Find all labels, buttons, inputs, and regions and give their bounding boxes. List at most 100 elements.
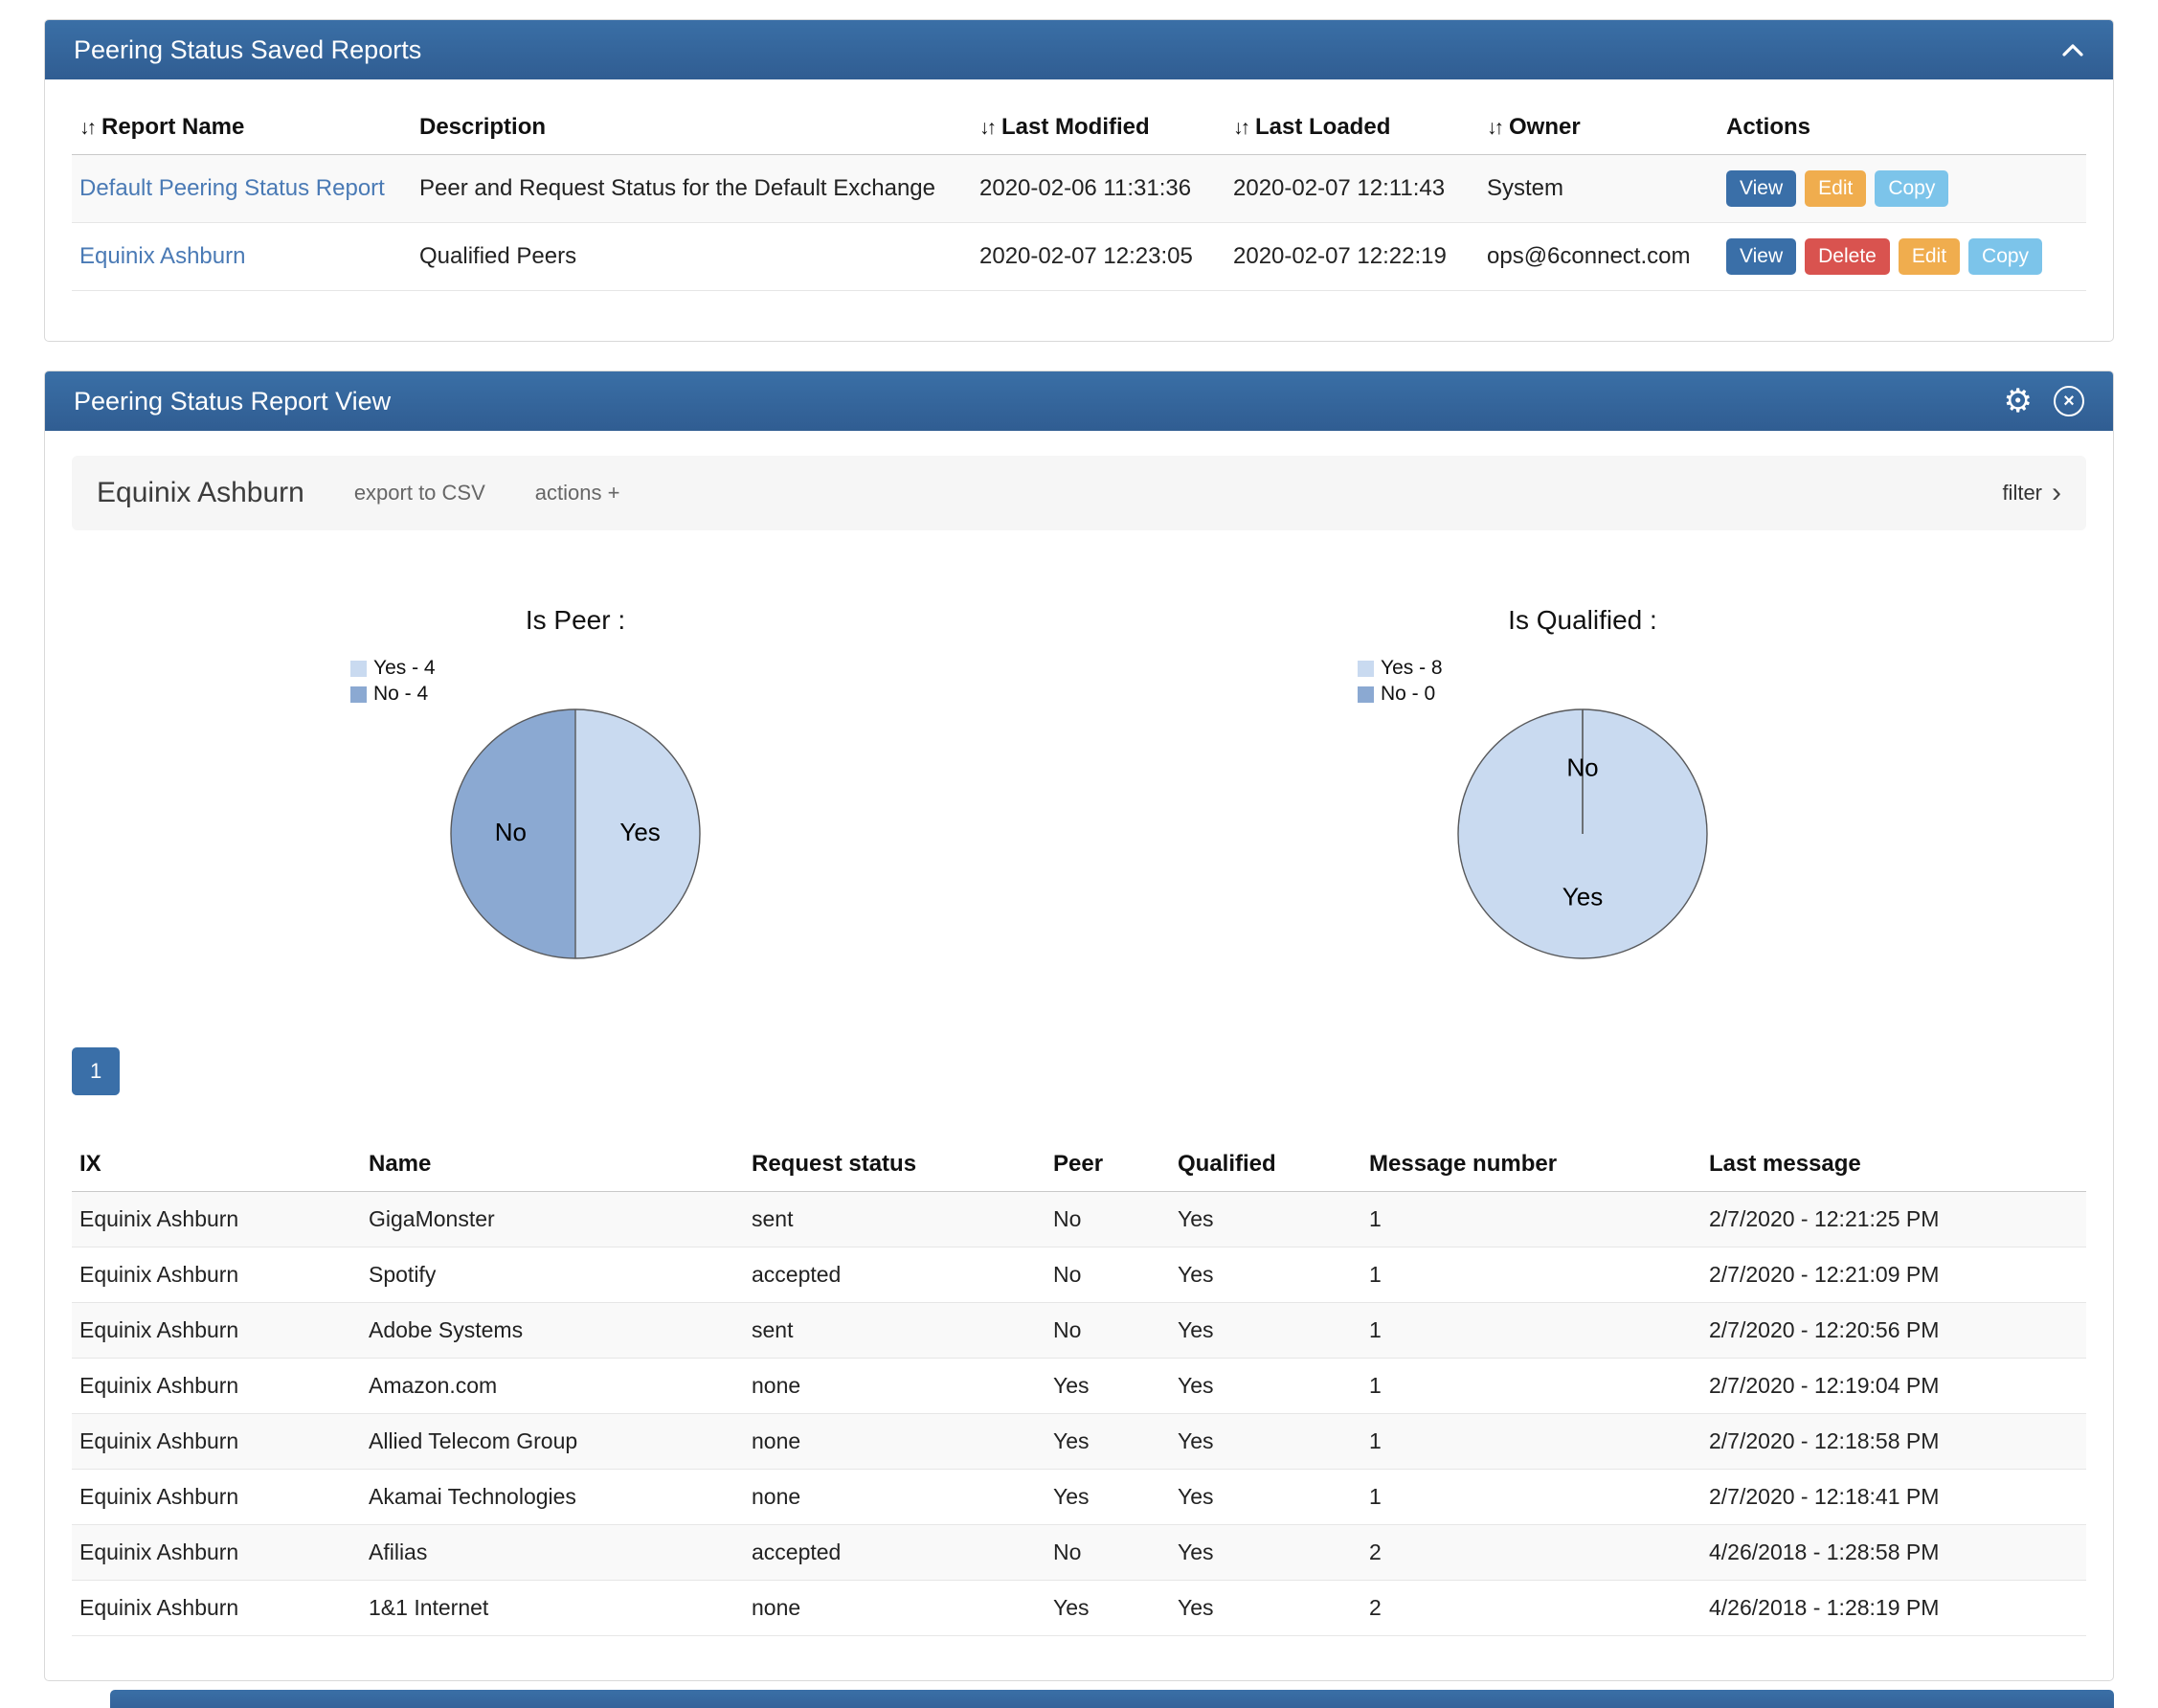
result-cell: Equinix Ashburn bbox=[72, 1414, 361, 1470]
report-cell: 2020-02-07 12:22:19 bbox=[1225, 223, 1479, 291]
report-cell: System bbox=[1479, 155, 1719, 223]
collapse-panel-icon[interactable] bbox=[2061, 43, 2084, 57]
sort-icon[interactable]: ↓↑ bbox=[1233, 117, 1248, 139]
result-cell: Equinix Ashburn bbox=[72, 1525, 361, 1581]
report-view-panel-body: Equinix Ashburn export to CSV actions + … bbox=[45, 431, 2113, 1680]
is-peer-chart-title: Is Peer : bbox=[526, 605, 625, 636]
result-cell: Akamai Technologies bbox=[361, 1470, 744, 1525]
result-cell: Yes bbox=[1045, 1581, 1170, 1636]
chevron-right-icon: › bbox=[2052, 479, 2061, 507]
result-cell: accepted bbox=[744, 1525, 1045, 1581]
report-cell: ops@6connect.com bbox=[1479, 223, 1719, 291]
column-last-modified[interactable]: ↓↑Last Modified bbox=[972, 101, 1225, 155]
column-last-loaded[interactable]: ↓↑Last Loaded bbox=[1225, 101, 1479, 155]
report-cell: 2020-02-07 12:11:43 bbox=[1225, 155, 1479, 223]
svg-text:No: No bbox=[1566, 753, 1598, 781]
filter-toggle[interactable]: filter › bbox=[2002, 479, 2061, 507]
export-csv-link[interactable]: export to CSV bbox=[354, 481, 485, 506]
legend-label: No - 4 bbox=[373, 683, 428, 706]
result-cell: No bbox=[1045, 1247, 1170, 1303]
column-qualified: Qualified bbox=[1170, 1137, 1361, 1192]
result-row: Equinix AshburnAfiliasacceptedNoYes24/26… bbox=[72, 1525, 2086, 1581]
report-cell: 2020-02-07 12:23:05 bbox=[972, 223, 1225, 291]
legend-swatch bbox=[350, 661, 367, 677]
column-report-name[interactable]: ↓↑Report Name bbox=[72, 101, 412, 155]
svg-text:Yes: Yes bbox=[619, 818, 660, 846]
saved-report-row: Equinix AshburnQualified Peers2020-02-07… bbox=[72, 223, 2086, 291]
result-cell: Afilias bbox=[361, 1525, 744, 1581]
result-row: Equinix AshburnAllied Telecom GroupnoneY… bbox=[72, 1414, 2086, 1470]
result-cell: 2/7/2020 - 12:18:58 PM bbox=[1701, 1414, 2086, 1470]
legend-item: No - 4 bbox=[350, 683, 800, 706]
edit-button[interactable]: Edit bbox=[1899, 238, 1960, 275]
result-cell: Equinix Ashburn bbox=[72, 1192, 361, 1247]
view-button[interactable]: View bbox=[1726, 170, 1796, 207]
result-cell: Yes bbox=[1170, 1359, 1361, 1414]
column-actions: Actions bbox=[1719, 101, 2086, 155]
results-header-row: IXNameRequest statusPeerQualifiedMessage… bbox=[72, 1137, 2086, 1192]
settings-gear-icon[interactable]: ⚙ bbox=[2004, 385, 2033, 417]
result-cell: 2/7/2020 - 12:21:09 PM bbox=[1701, 1247, 2086, 1303]
saved-reports-panel-title: Peering Status Saved Reports bbox=[74, 35, 421, 65]
result-cell: none bbox=[744, 1359, 1045, 1414]
result-cell: 2/7/2020 - 12:18:41 PM bbox=[1701, 1470, 2086, 1525]
copy-button[interactable]: Copy bbox=[1968, 238, 2042, 275]
close-panel-icon[interactable]: × bbox=[2054, 386, 2084, 416]
saved-reports-table: ↓↑Report NameDescription↓↑Last Modified↓… bbox=[72, 101, 2086, 291]
result-cell: 4/26/2018 - 1:28:19 PM bbox=[1701, 1581, 2086, 1636]
actions-menu-link[interactable]: actions + bbox=[535, 481, 620, 506]
edit-button[interactable]: Edit bbox=[1805, 170, 1866, 207]
result-cell: 1 bbox=[1361, 1247, 1701, 1303]
result-cell: Yes bbox=[1045, 1414, 1170, 1470]
result-cell: Yes bbox=[1170, 1525, 1361, 1581]
is-qualified-legend: Yes - 8 No - 0 bbox=[1358, 657, 1808, 706]
result-cell: Yes bbox=[1170, 1303, 1361, 1359]
sort-icon[interactable]: ↓↑ bbox=[1487, 117, 1501, 139]
result-cell: 1 bbox=[1361, 1414, 1701, 1470]
results-table: IXNameRequest statusPeerQualifiedMessage… bbox=[72, 1137, 2086, 1636]
actions-cell: ViewEditCopy bbox=[1719, 155, 2086, 223]
result-cell: Spotify bbox=[361, 1247, 744, 1303]
result-cell: 2/7/2020 - 12:20:56 PM bbox=[1701, 1303, 2086, 1359]
report-cell: Peer and Request Status for the Default … bbox=[412, 155, 972, 223]
result-row: Equinix Ashburn1&1 InternetnoneYesYes24/… bbox=[72, 1581, 2086, 1636]
result-cell: Yes bbox=[1170, 1581, 1361, 1636]
report-name-link[interactable]: Equinix Ashburn bbox=[79, 243, 245, 269]
page-1-button[interactable]: 1 bbox=[72, 1047, 120, 1095]
legend-label: Yes - 4 bbox=[373, 657, 436, 680]
is-peer-pie-chart: Yes No bbox=[446, 705, 705, 963]
result-row: Equinix AshburnGigaMonstersentNoYes12/7/… bbox=[72, 1192, 2086, 1247]
result-cell: none bbox=[744, 1581, 1045, 1636]
column-name: Name bbox=[361, 1137, 744, 1192]
result-cell: Equinix Ashburn bbox=[72, 1470, 361, 1525]
saved-reports-header-row: ↓↑Report NameDescription↓↑Last Modified↓… bbox=[72, 101, 2086, 155]
saved-reports-panel: Peering Status Saved Reports ↓↑Report Na… bbox=[44, 19, 2114, 342]
result-cell: 1 bbox=[1361, 1192, 1701, 1247]
legend-label: No - 0 bbox=[1381, 683, 1435, 706]
view-button[interactable]: View bbox=[1726, 238, 1796, 275]
result-cell: 1 bbox=[1361, 1359, 1701, 1414]
saved-report-row: Default Peering Status Report Peer and Re… bbox=[72, 155, 2086, 223]
result-cell: Yes bbox=[1170, 1470, 1361, 1525]
result-cell: Yes bbox=[1045, 1359, 1170, 1414]
saved-reports-panel-body: ↓↑Report NameDescription↓↑Last Modified↓… bbox=[45, 79, 2113, 341]
column-owner[interactable]: ↓↑Owner bbox=[1479, 101, 1719, 155]
report-view-panel: Peering Status Report View ⚙ × Equinix A… bbox=[44, 371, 2114, 1681]
svg-text:No: No bbox=[495, 818, 527, 846]
result-row: Equinix AshburnAkamai TechnologiesnoneYe… bbox=[72, 1470, 2086, 1525]
result-cell: 2/7/2020 - 12:19:04 PM bbox=[1701, 1359, 2086, 1414]
report-name-link[interactable]: Default Peering Status Report bbox=[79, 175, 385, 201]
result-cell: Yes bbox=[1170, 1414, 1361, 1470]
sort-icon[interactable]: ↓↑ bbox=[979, 117, 994, 139]
column-peer: Peer bbox=[1045, 1137, 1170, 1192]
legend-item: Yes - 8 bbox=[1358, 657, 1808, 680]
report-view-panel-title: Peering Status Report View bbox=[74, 387, 391, 416]
delete-button[interactable]: Delete bbox=[1805, 238, 1890, 275]
result-row: Equinix AshburnAmazon.comnoneYesYes12/7/… bbox=[72, 1359, 2086, 1414]
is-peer-chart: Is Peer : Yes - 4 No - 4 Yes No bbox=[72, 605, 1079, 963]
result-cell: Amazon.com bbox=[361, 1359, 744, 1414]
legend-item: No - 0 bbox=[1358, 683, 1808, 706]
legend-swatch bbox=[1358, 661, 1374, 677]
copy-button[interactable]: Copy bbox=[1875, 170, 1948, 207]
sort-icon[interactable]: ↓↑ bbox=[79, 117, 94, 139]
